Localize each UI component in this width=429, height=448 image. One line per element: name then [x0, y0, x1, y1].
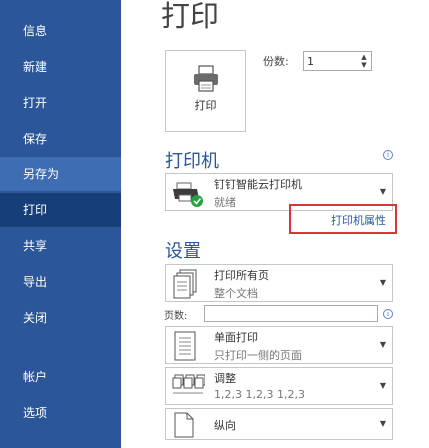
printer-properties-highlight: 打印机属性 [289, 204, 397, 234]
chevron-down-icon: ▼ [379, 381, 386, 390]
copies-input[interactable] [307, 54, 357, 69]
collation-main: 调整 [214, 372, 236, 385]
nav-new[interactable]: 新建 [0, 50, 121, 84]
orientation-dropdown[interactable]: 纵向 ▼ [165, 408, 393, 440]
sides-dropdown[interactable]: 单面打印 只打印一侧的页面 ▼ [165, 326, 393, 364]
sides-sub: 只打印一侧的页面 [214, 349, 302, 362]
print-button[interactable]: 打印 [165, 50, 246, 132]
printer-properties-link[interactable]: 打印机属性 [331, 212, 386, 228]
nav-export[interactable]: 导出 [0, 265, 121, 299]
copies-stepper[interactable]: ▲ ▼ [303, 51, 372, 71]
nav-save[interactable]: 保存 [0, 122, 121, 156]
orientation-main: 纵向 [214, 419, 236, 432]
pages-input[interactable] [204, 305, 378, 322]
nav-info[interactable]: 信息 [0, 14, 121, 48]
collation-dropdown[interactable]: 调整 1,2,3 1,2,3 1,2,3 ▼ [165, 367, 393, 405]
chevron-down-icon: ▼ [379, 340, 386, 349]
spin-down-icon[interactable]: ▼ [358, 61, 370, 69]
nav-close[interactable]: 关闭 [0, 301, 121, 335]
collation-sub: 1,2,3 1,2,3 1,2,3 [214, 388, 305, 401]
sides-main: 单面打印 [214, 331, 258, 344]
printer-status: 就绪 [214, 196, 236, 209]
print-range-dropdown[interactable]: 打印所有页 整个文档 ▼ [165, 264, 393, 302]
nav-open[interactable]: 打开 [0, 86, 121, 120]
chevron-down-icon: ▼ [379, 187, 386, 196]
pages-label: 页数: [164, 311, 188, 322]
all-pages-icon [173, 269, 197, 299]
copies-label: 份数: [263, 55, 289, 68]
nav-account[interactable]: 帐户 [0, 360, 121, 394]
nav-share[interactable]: 共享 [0, 229, 121, 263]
one-sided-icon [174, 331, 196, 361]
nav-save-as[interactable]: 另存为 [0, 157, 121, 191]
printer-heading: 打印机 [165, 151, 219, 172]
nav-options[interactable]: 选项 [0, 396, 121, 430]
chevron-down-icon: ▼ [379, 419, 386, 428]
print-button-label: 打印 [194, 99, 217, 112]
spin-up-icon[interactable]: ▲ [358, 53, 370, 61]
printer-name: 钉钉智能云打印机 [214, 178, 302, 191]
info-icon[interactable]: i [383, 309, 393, 319]
portrait-icon [174, 412, 194, 438]
page-title: 打印 [161, 0, 220, 33]
collated-icon [172, 374, 205, 394]
printer-ready-icon [173, 182, 203, 207]
chevron-down-icon: ▼ [379, 278, 386, 287]
backstage-sidebar: 信息 新建 打开 保存 另存为 打印 共享 导出 关闭 帐户 选项 [0, 0, 121, 448]
print-range-main: 打印所有页 [214, 269, 269, 282]
print-range-sub: 整个文档 [214, 287, 258, 300]
printer-icon [194, 65, 218, 92]
info-icon[interactable]: i [383, 150, 393, 160]
nav-print[interactable]: 打印 [0, 193, 121, 227]
settings-heading: 设置 [165, 241, 201, 262]
